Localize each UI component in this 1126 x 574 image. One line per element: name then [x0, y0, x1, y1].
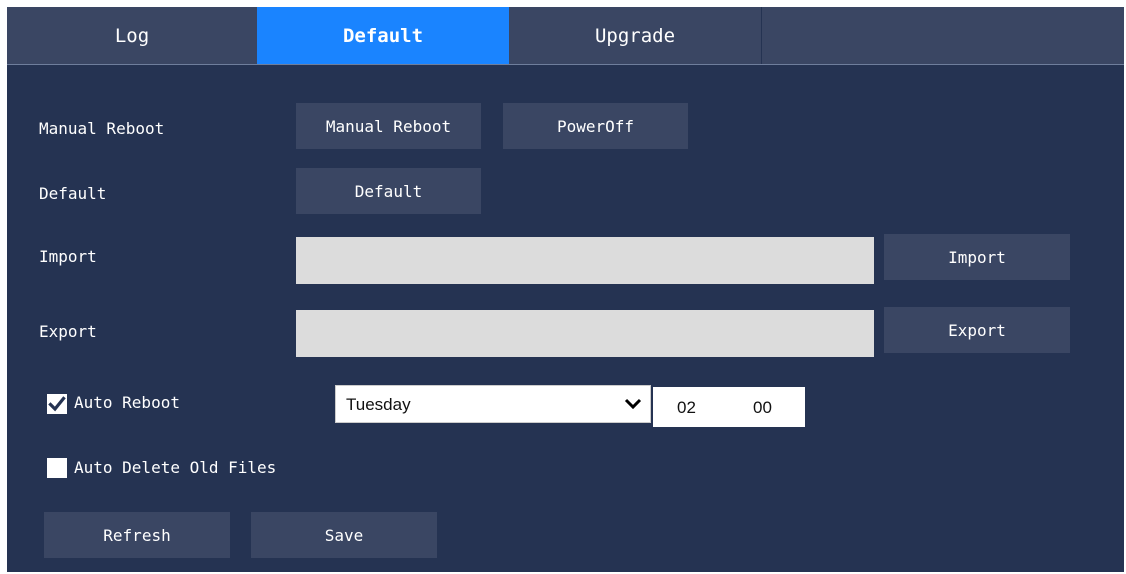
settings-panel: Log Default Upgrade Manual Reboot Manual…: [7, 7, 1124, 572]
auto-reboot-checkbox[interactable]: [47, 394, 67, 414]
tab-divider: [761, 7, 762, 64]
reboot-time-input[interactable]: 02 00: [653, 387, 805, 427]
tab-bar: Log Default Upgrade: [7, 7, 1124, 65]
chevron-down-icon: [624, 396, 642, 416]
reboot-day-value: Tuesday: [346, 395, 411, 414]
auto-delete-checkbox[interactable]: [47, 458, 67, 478]
auto-reboot-label: Auto Reboot: [74, 393, 180, 412]
import-file-field[interactable]: [296, 237, 874, 284]
reboot-minute[interactable]: 00: [753, 398, 772, 418]
tab-upgrade[interactable]: Upgrade: [509, 7, 761, 64]
poweroff-button[interactable]: PowerOff: [503, 103, 688, 149]
export-button[interactable]: Export: [884, 307, 1070, 353]
default-label: Default: [39, 184, 107, 203]
manual-reboot-button[interactable]: Manual Reboot: [296, 103, 481, 149]
tab-default[interactable]: Default: [257, 7, 509, 64]
export-label: Export: [39, 322, 97, 341]
import-label: Import: [39, 247, 97, 266]
reboot-day-select[interactable]: Tuesday: [335, 385, 651, 423]
manual-reboot-label: Manual Reboot: [39, 119, 165, 138]
refresh-button[interactable]: Refresh: [44, 512, 230, 558]
export-file-field[interactable]: [296, 310, 874, 357]
auto-delete-label: Auto Delete Old Files: [74, 458, 277, 477]
tab-log[interactable]: Log: [7, 7, 257, 64]
default-button[interactable]: Default: [296, 168, 481, 214]
import-button[interactable]: Import: [884, 234, 1070, 280]
reboot-hour[interactable]: 02: [677, 398, 696, 418]
save-button[interactable]: Save: [251, 512, 437, 558]
checkmark-icon: [48, 396, 66, 412]
